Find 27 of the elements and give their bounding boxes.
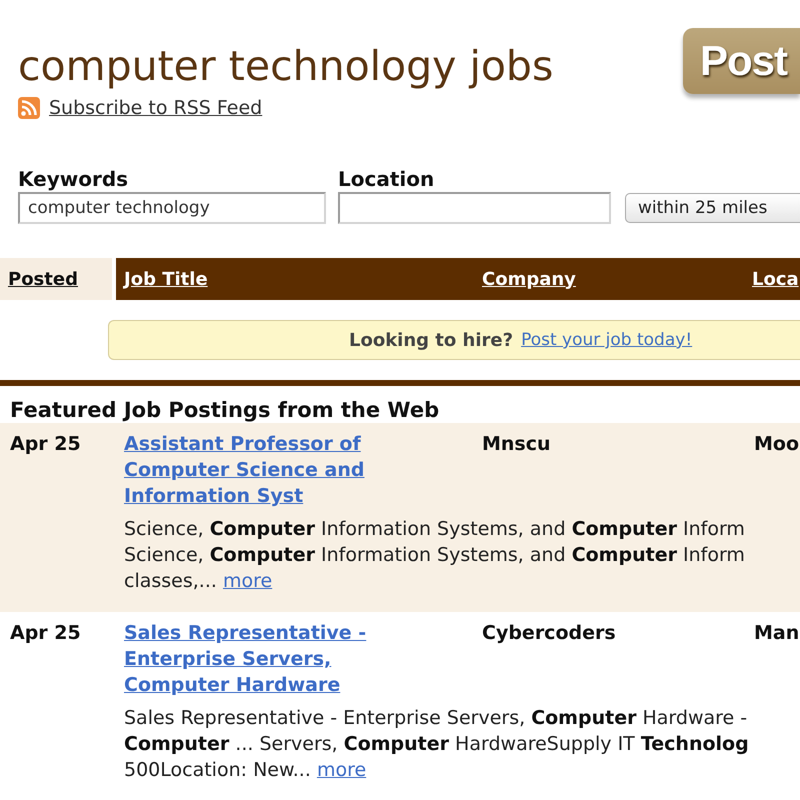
more-link[interactable]: more — [316, 759, 366, 781]
column-header[interactable]: Loca — [744, 258, 800, 300]
post-job-link[interactable]: Post your job today! — [521, 330, 692, 350]
column-header[interactable]: Posted — [0, 258, 112, 300]
posted-date: Apr 25 — [10, 621, 82, 646]
posted-date: Apr 25 — [10, 432, 82, 457]
job-title-link[interactable]: Assistant Professor of Computer Science and Information Syst — [124, 431, 414, 509]
column-header[interactable]: Company — [474, 258, 744, 300]
page-title: computer technology jobs — [18, 41, 554, 92]
job-snippet: Science, Computer Information Systems, and Computer Inform Science, Computer Information Systems, and Computer Inform classes,... more — [124, 517, 745, 594]
rss-icon — [18, 97, 40, 119]
text-input[interactable] — [338, 192, 611, 224]
banner-text: Looking to hire? — [349, 330, 514, 350]
company-name: Cybercoders — [482, 621, 617, 646]
job-location: Moo — [754, 432, 800, 457]
section-heading: Featured Job Postings from the Web — [10, 397, 440, 423]
job-snippet: Sales Representative - Enterprise Servers, Computer Hardware - Computer ... Servers, Computer HardwareSupply IT Technolog 500Location: New... more — [124, 706, 749, 783]
text-input[interactable]: computer technology — [18, 192, 326, 224]
company-name: Mnscu — [482, 432, 552, 457]
more-link[interactable]: more — [222, 570, 272, 592]
field-label: Location — [338, 166, 436, 192]
rss-link[interactable]: Subscribe to RSS Feed — [49, 96, 262, 120]
field-label: Keywords — [18, 166, 130, 192]
distance-select[interactable]: within 25 miles — [625, 193, 800, 223]
job-location: Man — [754, 621, 800, 646]
job-title-link[interactable]: Sales Representative - Enterprise Servers, Computer Hardware — [124, 620, 414, 698]
column-header[interactable]: Job Title — [116, 258, 474, 300]
